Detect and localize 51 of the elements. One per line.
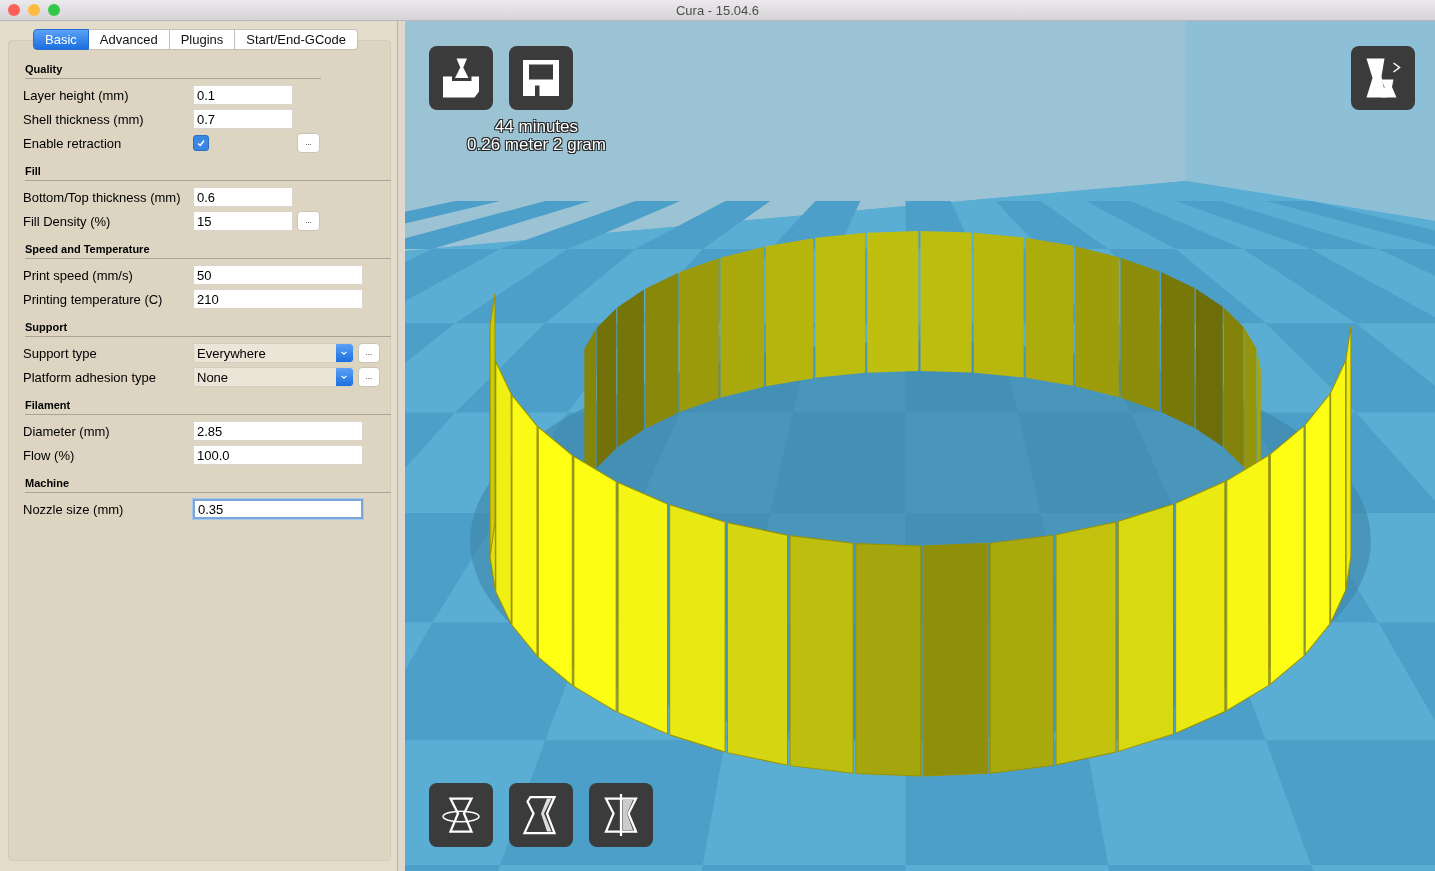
setting-field[interactable]: 0.1 bbox=[193, 85, 293, 105]
setting-label: Enable retraction bbox=[23, 135, 123, 151]
settings-tab[interactable]: Plugins bbox=[169, 29, 236, 50]
setting-label: Diameter (mm) bbox=[23, 423, 111, 439]
more-options-button[interactable]: ... bbox=[297, 133, 320, 153]
dropdown[interactable]: None bbox=[193, 367, 354, 387]
settings-tab[interactable]: Start/End-GCode bbox=[235, 29, 358, 50]
setting-field[interactable]: 15 bbox=[193, 211, 293, 231]
section-heading: Quality bbox=[25, 63, 321, 79]
setting-label: Printing temperature (C) bbox=[23, 291, 164, 307]
setting-label: Platform adhesion type bbox=[23, 369, 157, 385]
setting-label: Nozzle size (mm) bbox=[23, 501, 125, 517]
setting-label: Flow (%) bbox=[23, 447, 76, 463]
mirror-tool-button[interactable] bbox=[589, 783, 653, 847]
more-options-button[interactable]: ... bbox=[357, 343, 380, 363]
settings-tab[interactable]: Basic bbox=[33, 29, 89, 50]
window-title: Cura - 15.04.6 bbox=[675, 2, 760, 18]
chevron-down-icon bbox=[340, 349, 349, 357]
section-heading: Speed and Temperature bbox=[25, 243, 391, 259]
chevron-down-icon bbox=[340, 373, 349, 381]
more-options-button[interactable]: ... bbox=[357, 367, 380, 387]
setting-label: Bottom/Top thickness (mm) bbox=[23, 189, 182, 205]
view-mode-button[interactable] bbox=[1351, 46, 1415, 110]
setting-label: Support type bbox=[23, 345, 98, 361]
setting-field[interactable]: 2.85 bbox=[193, 421, 363, 441]
setting-field[interactable]: 50 bbox=[193, 265, 363, 285]
checkmark-icon bbox=[196, 138, 206, 148]
dropdown[interactable]: Everywhere bbox=[193, 343, 354, 363]
ring-model-drawing[interactable] bbox=[489, 231, 1352, 777]
setting-label: Shell thickness (mm) bbox=[23, 111, 145, 127]
more-options-button[interactable]: ... bbox=[297, 211, 320, 231]
setting-label: Print speed (mm/s) bbox=[23, 267, 134, 283]
material-usage-text: 0.26 meter 2 gram bbox=[467, 136, 606, 154]
section-heading: Support bbox=[25, 321, 391, 337]
section-heading: Fill bbox=[25, 165, 391, 181]
setting-field[interactable]: 0.6 bbox=[193, 187, 293, 207]
setting-label: Fill Density (%) bbox=[23, 213, 112, 229]
section-heading: Filament bbox=[25, 399, 391, 415]
checkbox[interactable] bbox=[193, 135, 209, 151]
setting-label: Layer height (mm) bbox=[23, 87, 130, 103]
rotate-tool-button[interactable] bbox=[429, 783, 493, 847]
scale-tool-button[interactable] bbox=[509, 783, 573, 847]
print-time-text: 44 minutes bbox=[494, 118, 579, 136]
setting-field[interactable]: 210 bbox=[193, 289, 363, 309]
setting-field[interactable]: 0.7 bbox=[193, 109, 293, 129]
settings-tab[interactable]: Advanced bbox=[88, 29, 170, 50]
setting-field[interactable]: 0.35 bbox=[193, 499, 363, 519]
save-icon-button[interactable] bbox=[509, 46, 573, 110]
section-heading: Machine bbox=[25, 477, 391, 493]
load-model-button[interactable] bbox=[429, 46, 493, 110]
setting-field[interactable]: 100.0 bbox=[193, 445, 363, 465]
